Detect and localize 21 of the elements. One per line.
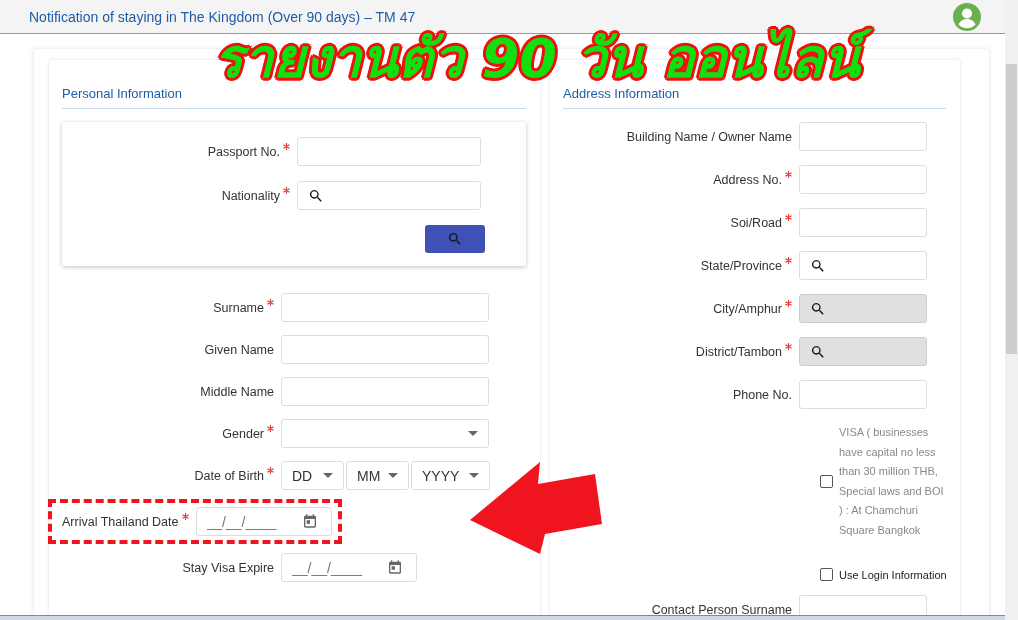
section-heading: Personal Information [62, 86, 526, 109]
field-label: Contact Person Surname [651, 602, 792, 617]
field-label: State/Province [700, 258, 782, 273]
field-label: Building Name / Owner Name [626, 129, 792, 144]
field-label: Address No. [713, 172, 782, 187]
field-label: Passport No. [207, 144, 280, 159]
field-label: Gender [222, 426, 264, 441]
checkbox-label: VISA ( businesses have capital no less than 30 million THB, Special laws and BOI ) : At Chamchuri Square Bangkok [839, 425, 945, 538]
field-label: City/Amphur [713, 301, 782, 316]
field-label: Middle Name [200, 384, 274, 399]
checkbox-label: Use Login Information [839, 568, 947, 581]
field-label: Phone No. [732, 387, 792, 402]
field-label: Arrival Thailand Date [62, 514, 179, 529]
field-label: Nationality [221, 188, 280, 203]
field-label: Date of Birth [194, 468, 264, 483]
field-label: Surname [213, 300, 264, 315]
page-title: Notification of staying in The Kingdom (Over 90 days) – TM 47 [29, 8, 416, 25]
field-label: Given Name [204, 342, 274, 357]
field-label: Soi/Road [730, 215, 782, 230]
field-label: Stay Visa Expire [182, 560, 274, 575]
field-label: District/Tambon [695, 344, 782, 359]
